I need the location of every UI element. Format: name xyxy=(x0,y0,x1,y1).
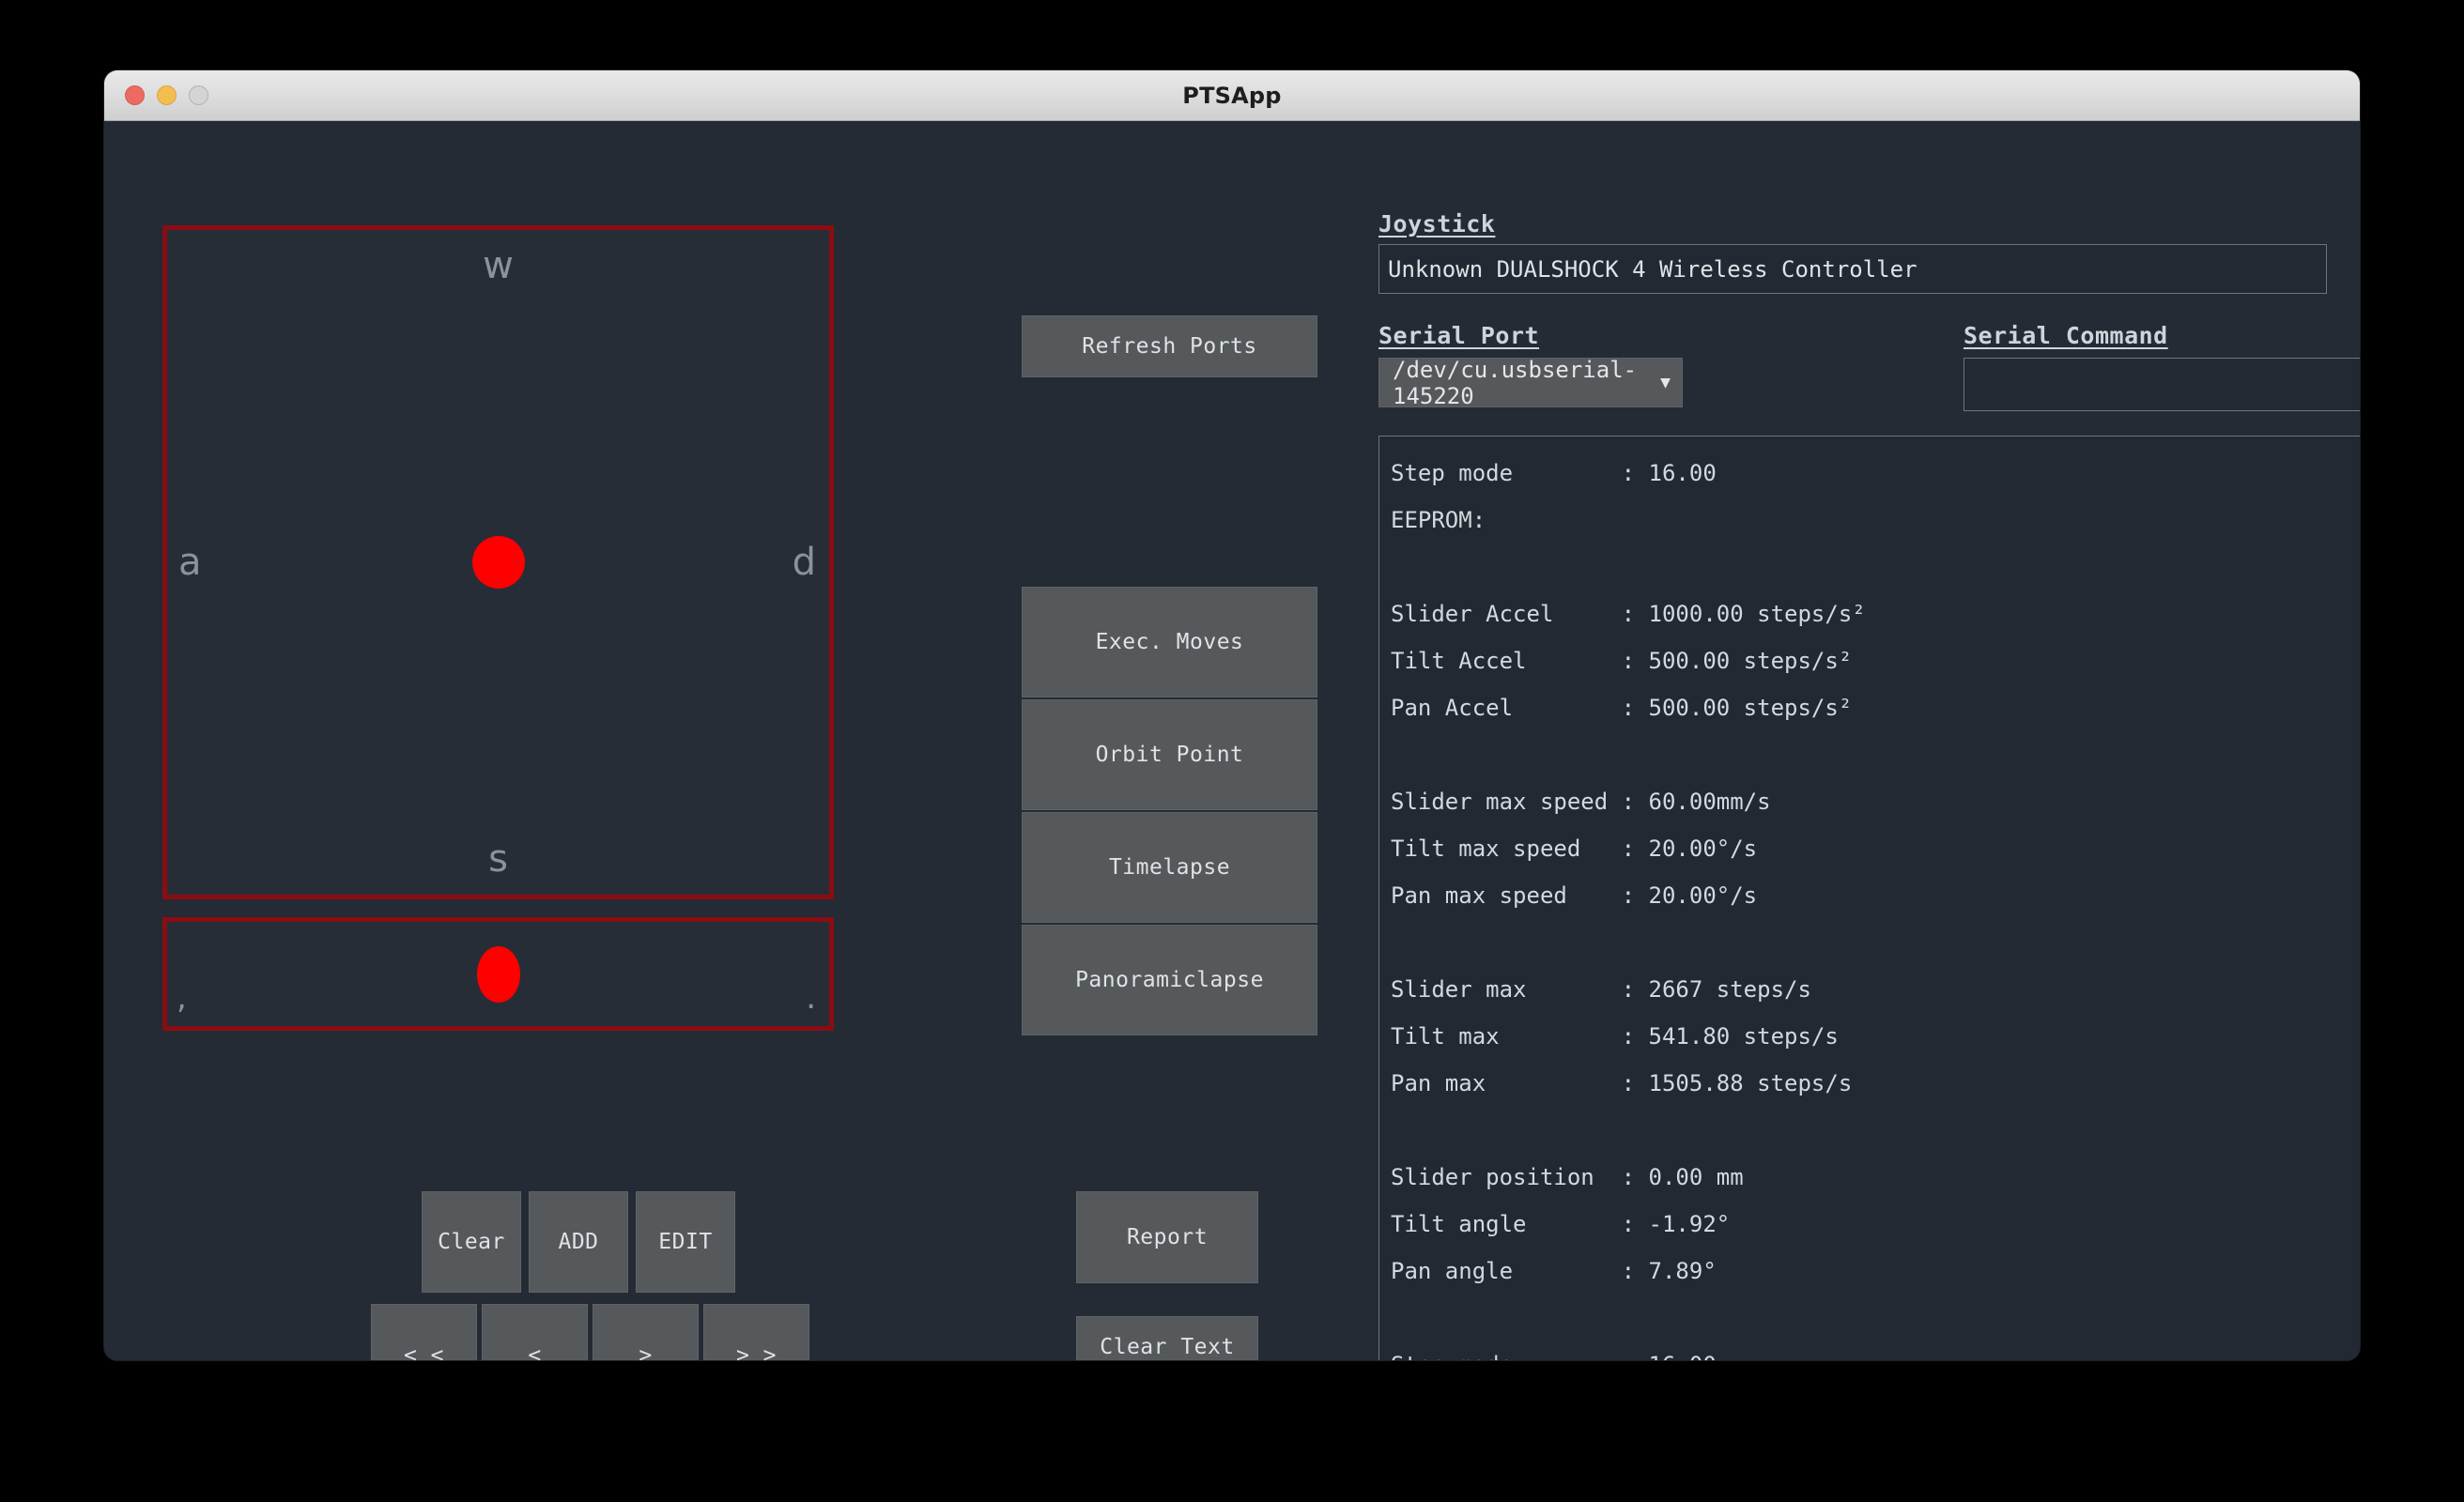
console-output-panel: Step mode : 16.00 EEPROM: Slider Accel :… xyxy=(1378,436,2360,1360)
action-button-stack: Exec. Moves Orbit Point Timelapse Panora… xyxy=(1022,587,1317,1035)
previous-button[interactable]: < xyxy=(482,1304,588,1360)
serial-port-selected-value: /dev/cu.usbserial-145220 xyxy=(1393,356,1638,409)
clear-text-button[interactable]: Clear Text xyxy=(1076,1316,1258,1360)
slider-pad[interactable]: , . xyxy=(162,917,834,1031)
joystick-cursor-dot[interactable] xyxy=(471,536,525,589)
joystick-label: Joystick xyxy=(1378,210,1496,238)
app-window: PTSApp w a d s , . Clear ADD EDIT < < < … xyxy=(104,70,2360,1360)
minimize-window-icon[interactable] xyxy=(157,85,177,105)
pad-key-s: s xyxy=(488,837,508,881)
panoramiclapse-button[interactable]: Panoramiclapse xyxy=(1022,925,1317,1035)
window-title: PTSApp xyxy=(1182,82,1282,109)
joystick-pad[interactable]: w a d s xyxy=(162,225,834,899)
timelapse-button[interactable]: Timelapse xyxy=(1022,812,1317,923)
pad-key-a: a xyxy=(178,541,202,584)
joystick-value-field: Unknown DUALSHOCK 4 Wireless Controller xyxy=(1378,244,2327,294)
serial-port-dropdown[interactable]: /dev/cu.usbserial-145220 ▼ xyxy=(1378,356,1683,409)
report-button[interactable]: Report xyxy=(1076,1191,1258,1283)
serial-command-label: Serial Command xyxy=(1964,322,2168,349)
refresh-ports-button[interactable]: Refresh Ports xyxy=(1022,315,1317,377)
pad-key-d: d xyxy=(792,541,816,584)
slider-cursor-dot[interactable] xyxy=(476,945,520,1003)
window-body: w a d s , . Clear ADD EDIT < < < > > > R… xyxy=(104,121,2360,1360)
orbit-point-button[interactable]: Orbit Point xyxy=(1022,699,1317,810)
clear-button[interactable]: Clear xyxy=(422,1191,521,1293)
chevron-down-icon: ▼ xyxy=(1660,373,1671,392)
traffic-light-group xyxy=(125,85,208,105)
close-window-icon[interactable] xyxy=(125,85,145,105)
console-output-text: Step mode : 16.00 EEPROM: Slider Accel :… xyxy=(1391,460,1866,1360)
slider-key-comma: , xyxy=(177,979,187,1017)
keyframe-button-row: Clear ADD EDIT xyxy=(422,1191,735,1293)
exec-moves-button[interactable]: Exec. Moves xyxy=(1022,587,1317,697)
serial-port-label: Serial Port xyxy=(1378,322,1540,349)
zoom-window-icon[interactable] xyxy=(189,85,208,105)
serial-command-input[interactable] xyxy=(1964,358,2360,411)
add-button[interactable]: ADD xyxy=(529,1191,628,1293)
skip-first-button[interactable]: < < xyxy=(371,1304,477,1360)
navigation-button-row: < < < > > > xyxy=(371,1304,809,1360)
title-bar: PTSApp xyxy=(104,70,2360,121)
next-button[interactable]: > xyxy=(593,1304,699,1360)
slider-key-period: . xyxy=(806,979,816,1017)
skip-last-button[interactable]: > > xyxy=(703,1304,809,1360)
edit-button[interactable]: EDIT xyxy=(636,1191,735,1293)
pad-key-w: w xyxy=(483,244,514,287)
